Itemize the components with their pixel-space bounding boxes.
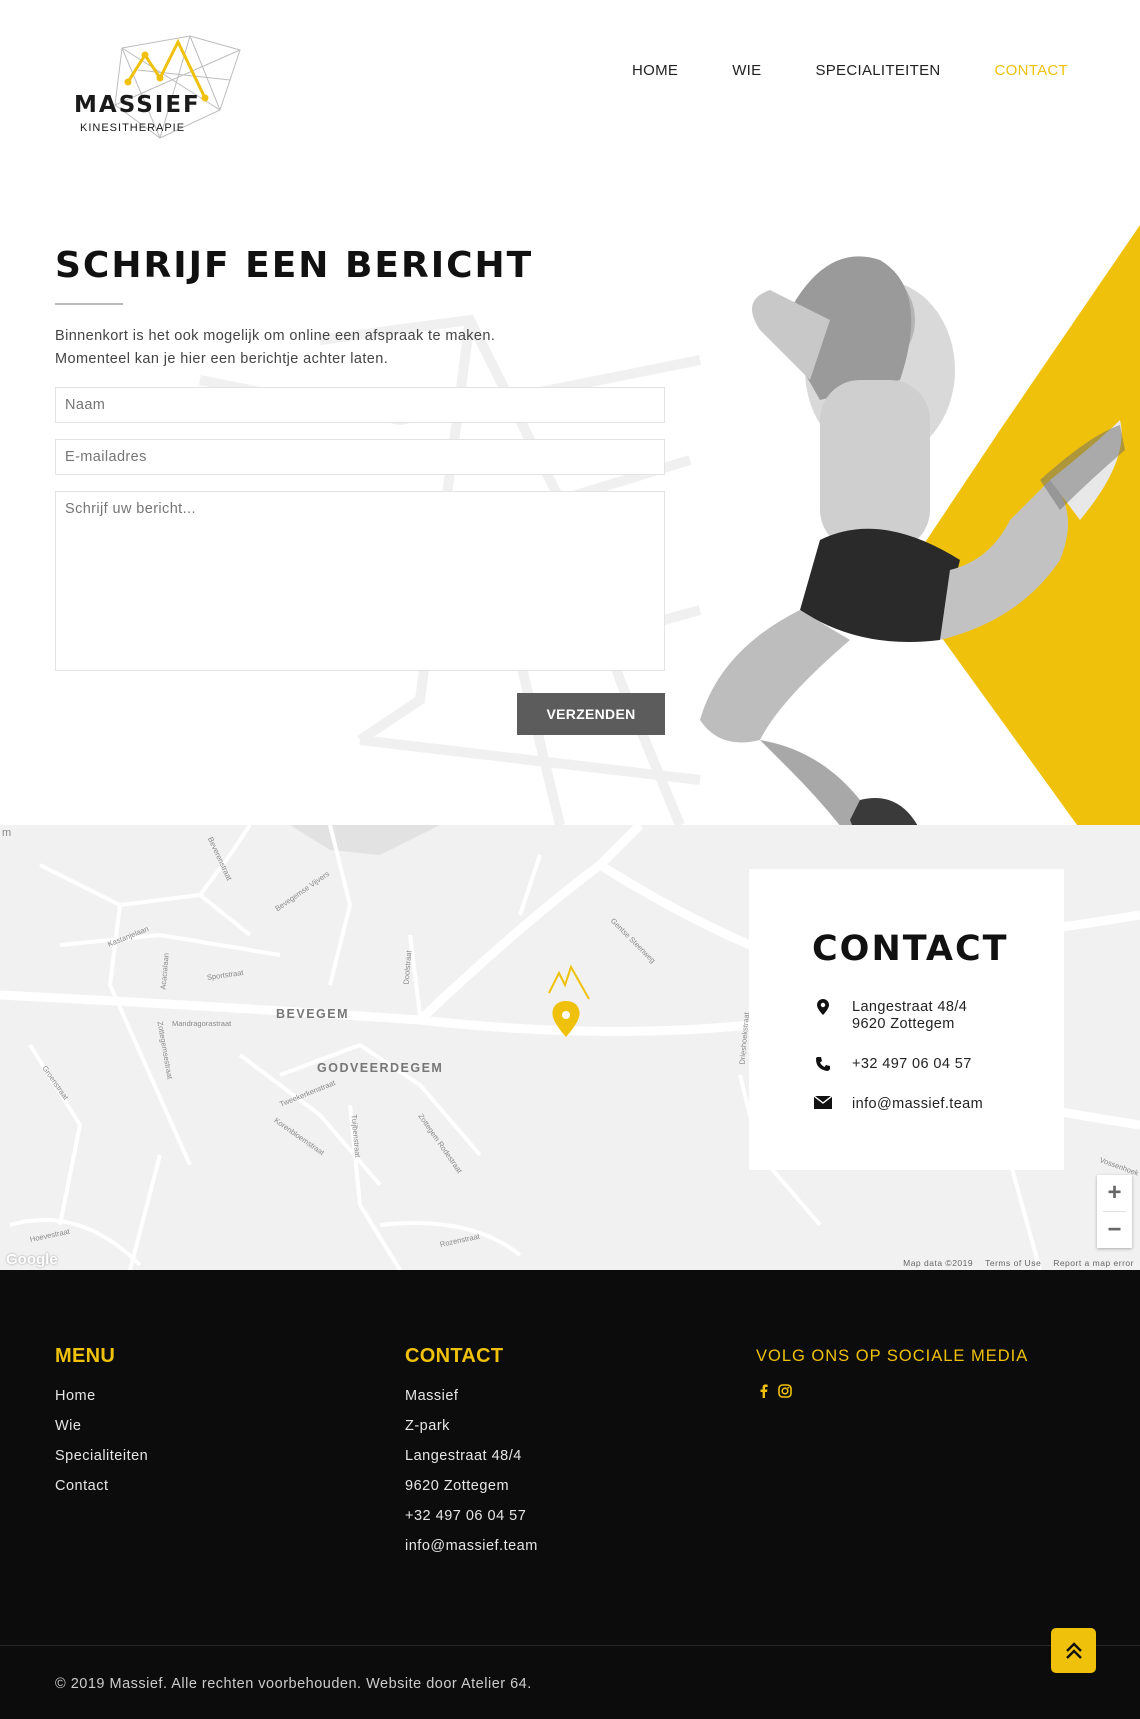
main-nav: HOME WIE SPECIALITEITEN CONTACT <box>632 62 1068 79</box>
nav-home[interactable]: HOME <box>632 62 678 79</box>
contact-phone[interactable]: +32 497 06 04 57 <box>812 1056 972 1073</box>
map-attribution: Map data ©2019 Terms of Use Report a map… <box>903 1258 1134 1268</box>
address-line-1: Langestraat 48/4 <box>852 999 968 1015</box>
phone-icon <box>812 1056 834 1073</box>
footer-social-title: VOLG ONS OP SOCIALE MEDIA <box>756 1347 1029 1365</box>
form-description: Binnenkort is het ook mogelijk om online… <box>55 325 495 370</box>
footer-contact-item: Langestraat 48/4 <box>405 1448 522 1464</box>
contact-email[interactable]: info@massief.team <box>812 1096 983 1113</box>
map-place-bevegem: BEVEGEM <box>276 1007 350 1021</box>
map-edge-label: m <box>2 827 12 839</box>
report-error-link[interactable]: Report a map error <box>1053 1258 1134 1268</box>
footer-contact-phone[interactable]: +32 497 06 04 57 <box>405 1508 538 1524</box>
map-place-godveerdegem: GODVEERDEGEM <box>317 1061 444 1075</box>
contact-card: CONTACT Langestraat 48/4 9620 Zottegem +… <box>749 869 1064 1170</box>
footer-link-specialiteiten[interactable]: Specialiteiten <box>55 1448 148 1464</box>
address-line-2: 9620 Zottegem <box>852 1016 955 1032</box>
instagram-icon[interactable] <box>778 1384 792 1401</box>
footer-contact-item: Z-park <box>405 1418 450 1434</box>
address-text: Langestraat 48/4 9620 Zottegem <box>852 999 967 1033</box>
logo[interactable]: MASSIEF KINESITHERAPIE <box>70 30 250 145</box>
copyright-text: © 2019 Massief. Alle rechten voorbehoude… <box>55 1676 532 1692</box>
site-footer: MENU Home Wie Specialiteiten Contact CON… <box>0 1270 1140 1719</box>
map-street: Mandragorastraat <box>172 1019 232 1028</box>
name-field[interactable] <box>55 387 665 423</box>
phone-text: +32 497 06 04 57 <box>852 1056 972 1072</box>
footer-link-wie[interactable]: Wie <box>55 1418 148 1434</box>
map-pin-icon[interactable] <box>545 965 595 1045</box>
map-zoom-controls: + − <box>1097 1175 1132 1248</box>
footer-contact-column: CONTACT Massief Z-park Langestraat 48/4 … <box>405 1345 538 1568</box>
nav-wie[interactable]: WIE <box>732 62 761 79</box>
footer-contact-item: 9620 Zottegem <box>405 1478 510 1494</box>
email-field[interactable] <box>55 439 665 475</box>
nav-specialiteiten[interactable]: SPECIALITEITEN <box>815 62 940 79</box>
footer-contact-title: CONTACT <box>405 1345 504 1367</box>
envelope-icon <box>812 1096 834 1113</box>
double-chevron-up-icon <box>1065 1641 1082 1659</box>
email-text: info@massief.team <box>852 1096 984 1112</box>
message-field[interactable] <box>55 491 665 671</box>
facebook-icon[interactable] <box>760 1384 768 1401</box>
back-to-top-button[interactable] <box>1051 1628 1096 1673</box>
contact-card-title: CONTACT <box>812 929 1009 969</box>
form-title: SCHRIJF EEN BERICHT <box>55 245 534 286</box>
footer-contact-email[interactable]: info@massief.team <box>405 1538 538 1554</box>
title-underline <box>55 303 123 305</box>
footer-link-contact[interactable]: Contact <box>55 1478 148 1494</box>
logo-name: MASSIEF <box>74 92 201 118</box>
zoom-in-button[interactable]: + <box>1097 1175 1132 1211</box>
footer-menu-column: MENU Home Wie Specialiteiten Contact <box>55 1345 148 1508</box>
contact-form-section: SCHRIJF EEN BERICHT Binnenkort is het oo… <box>0 180 1140 825</box>
footer-link-home[interactable]: Home <box>55 1388 148 1404</box>
description-line-2: Momenteel kan je hier een berichtje acht… <box>55 350 389 367</box>
footer-divider <box>0 1645 1140 1646</box>
footer-social-column: VOLG ONS OP SOCIALE MEDIA <box>756 1345 1028 1401</box>
site-header: MASSIEF KINESITHERAPIE HOME WIE SPECIALI… <box>0 0 1140 180</box>
terms-link[interactable]: Terms of Use <box>985 1258 1041 1268</box>
footer-contact-item: Massief <box>405 1388 459 1404</box>
map-data-label: Map data ©2019 <box>903 1258 974 1268</box>
contact-address: Langestraat 48/4 9620 Zottegem <box>812 999 967 1033</box>
nav-contact[interactable]: CONTACT <box>995 62 1068 79</box>
social-icons <box>756 1384 1028 1401</box>
footer-menu-title: MENU <box>55 1345 116 1367</box>
description-line-1: Binnenkort is het ook mogelijk om online… <box>55 328 496 344</box>
map-marker-icon <box>812 999 834 1033</box>
zoom-out-button[interactable]: − <box>1097 1212 1132 1248</box>
logo-subtitle: KINESITHERAPIE <box>80 122 186 134</box>
google-logo[interactable]: Google <box>6 1251 58 1268</box>
submit-button[interactable]: VERZENDEN <box>517 693 665 735</box>
